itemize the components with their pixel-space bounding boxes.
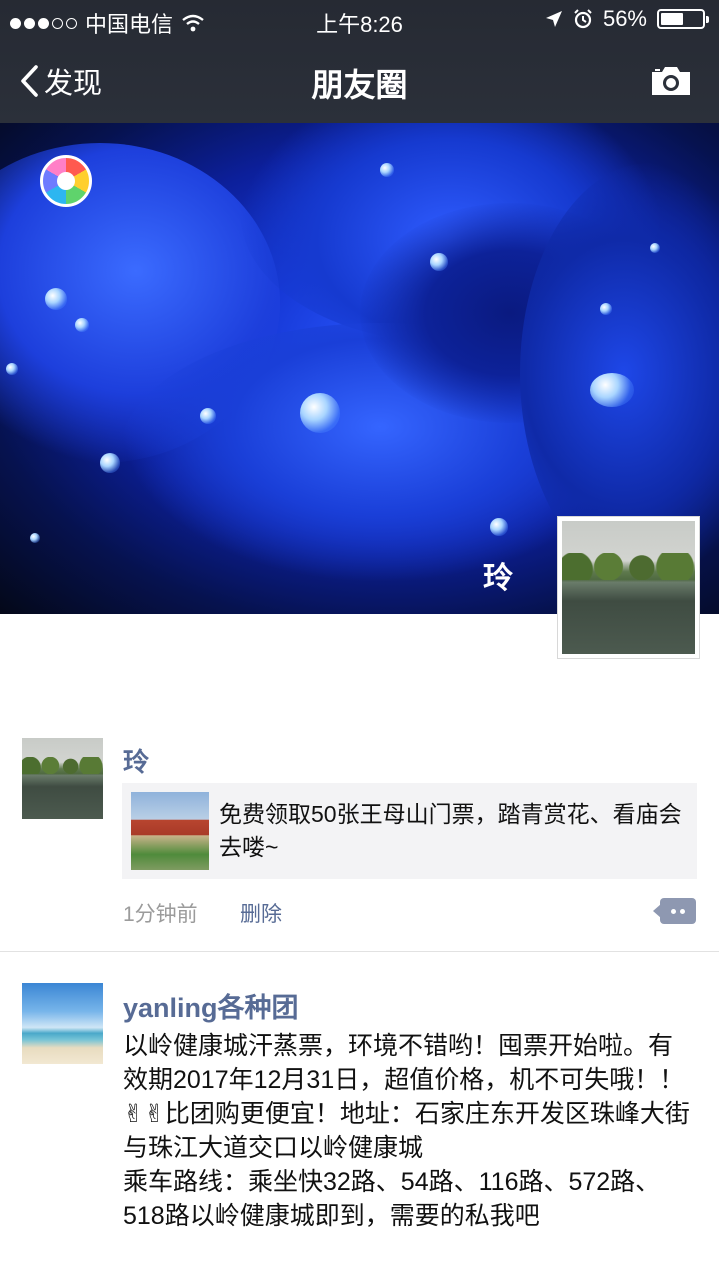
top-bar: 中国电信 上午8:26 56% 发现 朋友圈 [0,0,719,123]
avatar[interactable] [22,983,103,1064]
location-arrow-icon [545,11,562,27]
album-camera-icon[interactable] [40,155,92,207]
camera-icon [652,67,690,95]
post-author[interactable]: yanling各种团 [123,986,299,1025]
post-divider [0,951,719,952]
battery-percent: 56% [602,6,647,31]
post-time: 1分钟前 [123,903,198,926]
status-bar: 中国电信 上午8:26 56% [0,0,719,40]
owner-avatar[interactable] [557,516,700,659]
delete-button[interactable]: 删除 [240,898,282,928]
shared-link-thumbnail [131,792,209,870]
avatar[interactable] [22,738,103,819]
alarm-icon [574,9,592,29]
moment-post: 玲 免费领取50张王母山门票，踏青赏花、看庙会去喽~ 1分钟前 删除 [0,738,719,948]
post-text: 以岭健康城汗蒸票，环境不错哟！囤票开始啦。有效期2017年12月31日，超值价格… [123,1032,690,1230]
battery-fill [661,13,683,25]
status-right: 56% [545,6,709,32]
camera-button[interactable] [649,64,693,103]
owner-name: 玲 [483,562,513,595]
page-title: 朋友圈 [311,67,408,103]
comment-icon[interactable] [660,898,696,924]
post-author[interactable]: 玲 [123,742,149,779]
shared-link-card[interactable]: 免费领取50张王母山门票，踏青赏花、看庙会去喽~ [122,783,697,879]
nav-bar: 发现 朋友圈 [0,40,719,123]
battery-icon [657,9,709,29]
shared-link-title: 免费领取50张王母山门票，踏青赏花、看庙会去喽~ [219,801,682,860]
